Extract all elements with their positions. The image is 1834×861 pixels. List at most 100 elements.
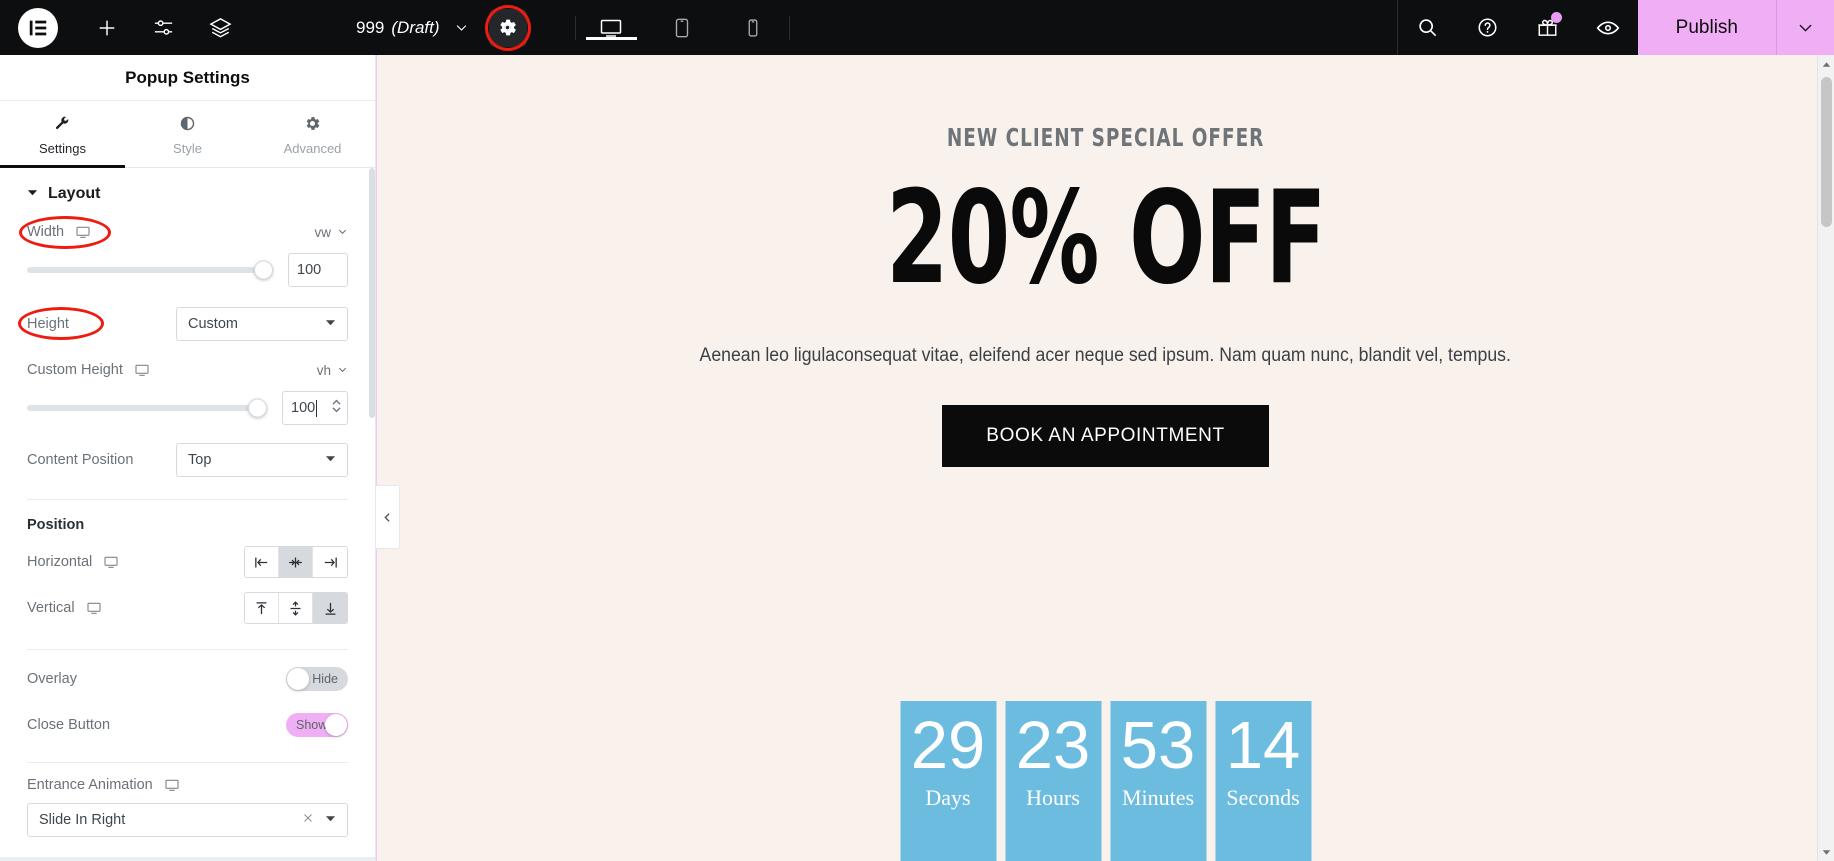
countdown-value: 29 [910, 708, 986, 783]
custom-height-label: Custom Height [27, 362, 123, 378]
height-select[interactable]: Custom [176, 307, 348, 341]
countdown-label: Hours [1026, 784, 1080, 810]
panel-title: Popup Settings [0, 55, 375, 101]
width-slider[interactable] [27, 260, 273, 280]
publish-button[interactable]: Publish [1637, 0, 1776, 55]
width-input[interactable]: 100 [288, 253, 348, 287]
custom-height-label-group: Custom Height [27, 362, 150, 378]
countdown-item: 23 Hours [1005, 701, 1101, 861]
preview-icon[interactable] [1578, 0, 1638, 55]
publish-options-chevron-down-icon[interactable] [1776, 0, 1834, 55]
canvas-scrollbar-thumb[interactable] [1821, 77, 1832, 227]
position-group-label: Position [27, 517, 85, 533]
tab-advanced[interactable]: Advanced [250, 101, 375, 167]
section-layout[interactable]: Layout [0, 168, 375, 217]
control-content-position: Content Position Top [0, 437, 375, 483]
align-center-icon[interactable] [279, 547, 313, 577]
close-button-state-label: Show [296, 718, 328, 732]
entrance-animation-label: Entrance Animation [27, 777, 153, 793]
add-element-icon[interactable] [78, 0, 135, 55]
align-top-icon[interactable] [245, 593, 279, 623]
divider [27, 762, 348, 763]
width-slider-knob[interactable] [254, 260, 273, 280]
monitor-icon[interactable] [86, 600, 102, 616]
collapse-panel-button[interactable] [376, 485, 400, 549]
caret-up-icon[interactable] [1818, 55, 1834, 73]
elementor-editor: 999 (Draft) Publish Popup Settings Setti… [0, 0, 1834, 861]
elementor-logo-icon[interactable] [18, 7, 58, 48]
document-state: (Draft) [391, 17, 440, 37]
chevron-down-icon [337, 363, 348, 378]
vertical-label: Vertical [27, 600, 75, 616]
canvas-scrollbar[interactable] [1817, 55, 1834, 861]
stepper-icon[interactable] [331, 397, 342, 419]
tab-settings[interactable]: Settings [0, 101, 125, 168]
tab-style-label: Style [173, 141, 202, 156]
horizontal-label-group: Horizontal [27, 554, 119, 570]
top-bar-left-tools [0, 0, 249, 55]
close-button-label: Close Button [27, 717, 111, 733]
custom-height-slider[interactable] [27, 398, 267, 418]
caret-down-icon [325, 452, 336, 468]
monitor-icon[interactable] [103, 554, 119, 570]
custom-height-unit-selector[interactable]: vh [317, 363, 348, 378]
control-overlay: Overlay Hide [0, 656, 375, 702]
top-bar-action-icons [1396, 0, 1638, 55]
width-value: 100 [297, 262, 322, 278]
device-preview-switcher [574, 15, 790, 40]
height-label-group: Height [18, 307, 104, 340]
panel-scrollbar-thumb[interactable] [369, 168, 375, 418]
monitor-icon[interactable] [164, 777, 180, 793]
horizontal-label: Horizontal [27, 554, 93, 570]
panel-scrollbar[interactable] [369, 168, 375, 861]
gift-icon[interactable] [1518, 0, 1578, 55]
layers-icon[interactable] [192, 0, 249, 55]
page-settings-button[interactable] [484, 4, 531, 51]
overlay-toggle[interactable]: Hide [286, 667, 348, 691]
top-bar-right: Publish [1396, 0, 1834, 55]
content-position-select[interactable]: Top [176, 443, 348, 477]
control-vertical: Vertical [0, 585, 375, 631]
countdown-label: Minutes [1121, 784, 1195, 810]
countdown-value: 14 [1225, 708, 1301, 783]
tab-style[interactable]: Style [125, 101, 250, 167]
device-tablet-button[interactable] [647, 16, 718, 40]
align-middle-icon[interactable] [279, 593, 313, 623]
countdown-item: 14 Seconds [1215, 701, 1311, 861]
monitor-icon[interactable] [134, 362, 150, 378]
custom-height-slider-knob[interactable] [248, 398, 267, 418]
control-height: Height Custom [0, 301, 375, 347]
search-icon[interactable] [1398, 0, 1458, 55]
toggle-knob [325, 714, 347, 736]
height-value: Custom [188, 316, 238, 332]
custom-height-input[interactable]: 100 [282, 391, 348, 425]
monitor-icon[interactable] [75, 224, 91, 240]
entrance-animation-select[interactable]: Slide In Right [27, 803, 348, 837]
document-title[interactable]: 999 (Draft) [350, 18, 446, 38]
chevron-down-icon[interactable] [446, 20, 477, 35]
caret-down-icon [27, 185, 38, 203]
width-label: Width [27, 224, 65, 240]
align-right-icon[interactable] [313, 547, 347, 577]
width-unit-selector[interactable]: vw [315, 225, 349, 240]
width-unit-label: vw [314, 224, 332, 240]
help-icon[interactable] [1458, 0, 1518, 55]
caret-down-icon[interactable] [1818, 843, 1834, 861]
close-button-toggle[interactable]: Show [286, 713, 348, 737]
toggle-knob [287, 668, 309, 690]
top-bar: 999 (Draft) Publish [0, 0, 1834, 55]
divider [27, 649, 348, 650]
popup-subtext: Aenean leo ligulaconsequat vitae, eleife… [699, 344, 1512, 366]
vertical-align-group [244, 592, 348, 624]
align-bottom-icon[interactable] [313, 593, 347, 623]
align-left-icon[interactable] [245, 547, 279, 577]
device-mobile-button[interactable] [718, 16, 789, 40]
gear-icon [304, 114, 321, 133]
book-appointment-button[interactable]: BOOK AN APPOINTMENT [942, 404, 1269, 467]
document-name: 999 [356, 17, 385, 37]
device-desktop-button[interactable] [576, 16, 647, 40]
popup-headline: 20% OFF [885, 164, 1327, 313]
sliders-icon[interactable] [135, 0, 192, 55]
panel-tabs: Settings Style Advanced [0, 101, 375, 168]
close-icon[interactable] [302, 812, 314, 828]
